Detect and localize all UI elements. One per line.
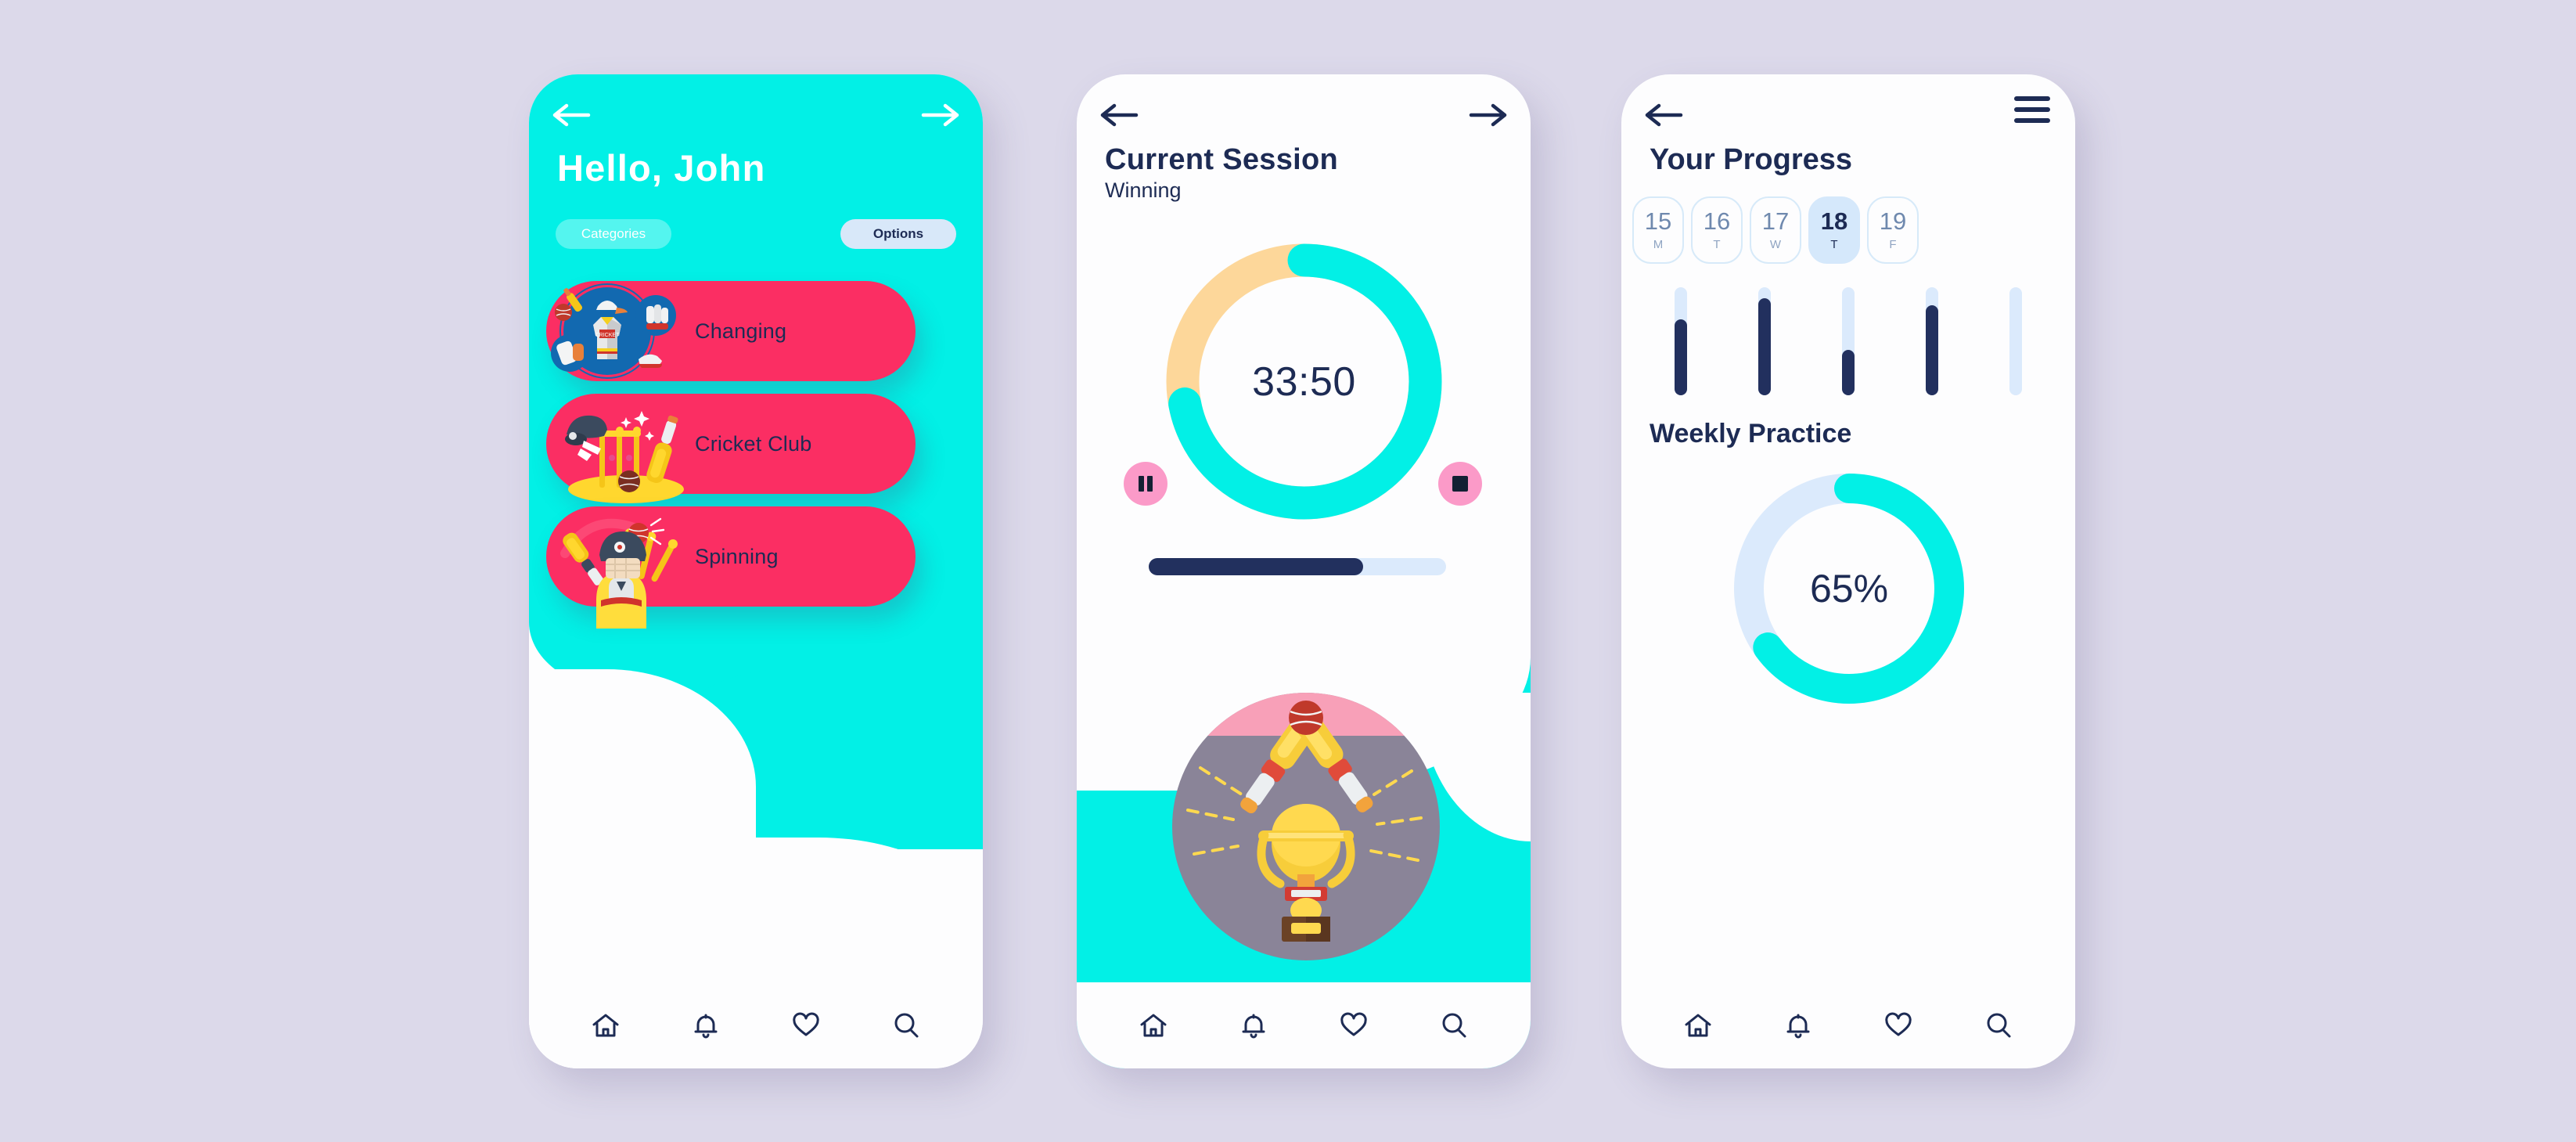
bell-icon[interactable]	[688, 1007, 724, 1043]
arrow-left-icon[interactable]	[1645, 99, 1687, 131]
heart-icon[interactable]	[1336, 1007, 1372, 1043]
session-progress-bar[interactable]	[1149, 558, 1446, 575]
session-topbar	[1100, 95, 1507, 135]
day-chip-15[interactable]: 15 M	[1632, 196, 1684, 264]
bottom-navigation-bar	[529, 982, 983, 1068]
bar-track	[1674, 287, 1687, 395]
stop-button[interactable]	[1438, 462, 1482, 506]
page-title: Your Progress	[1650, 143, 1853, 176]
pause-icon	[1139, 476, 1153, 492]
bar-fill	[1842, 350, 1855, 395]
bar-fill	[1926, 305, 1939, 395]
home-topbar	[552, 95, 959, 135]
session-progress-fill	[1149, 558, 1363, 575]
heart-icon[interactable]	[1880, 1007, 1916, 1043]
bar-column	[1722, 287, 1806, 395]
search-icon[interactable]	[1436, 1007, 1472, 1043]
session-header: Current Session Winning	[1105, 143, 1338, 203]
arrow-left-icon[interactable]	[552, 99, 595, 131]
phone-screen-session: Current Session Winning 33:50	[1077, 74, 1531, 1068]
trophy-illustration	[1172, 693, 1440, 960]
home-icon[interactable]	[1135, 1007, 1171, 1043]
heart-icon[interactable]	[788, 1007, 824, 1043]
category-card-cricket-club[interactable]: Cricket Club	[546, 394, 916, 503]
timer-value: 33:50	[1252, 358, 1356, 405]
stop-icon	[1452, 476, 1468, 492]
bell-icon[interactable]	[1780, 1007, 1816, 1043]
hamburger-menu-icon[interactable]	[2014, 96, 2050, 123]
home-icon[interactable]	[588, 1007, 624, 1043]
search-icon[interactable]	[888, 1007, 924, 1043]
progress-header: Your Progress	[1650, 143, 1852, 177]
bell-icon[interactable]	[1236, 1007, 1272, 1043]
day-chip-18[interactable]: 18 T	[1808, 196, 1860, 264]
bar-column	[1639, 287, 1722, 395]
bar-column	[1806, 287, 1890, 395]
bar-track	[1926, 287, 1939, 395]
category-card-label: Cricket Club	[695, 431, 812, 456]
day-label: F	[1889, 238, 1897, 251]
cricket-kit-illustration: CRICKET	[546, 281, 695, 381]
cricket-batsman-illustration	[546, 506, 695, 629]
day-chip-16[interactable]: 16 T	[1691, 196, 1743, 264]
bottom-navigation-bar	[1077, 982, 1531, 1068]
progress-topbar	[1645, 95, 2052, 135]
day-label: M	[1653, 238, 1664, 251]
day-number: 15	[1644, 207, 1672, 235]
day-number: 17	[1761, 207, 1790, 235]
bar-fill	[1674, 319, 1687, 395]
home-filter-pills: Categories Options	[556, 219, 956, 249]
section-title: Weekly Practice	[1650, 419, 1852, 449]
screenshot-canvas: Hello, John Categories Options CRICKET C…	[0, 0, 2576, 1142]
phone-screen-progress: Your Progress 15 M 16 T 17 W 18 T 19 F W…	[1621, 74, 2075, 1068]
day-number: 18	[1820, 207, 1848, 235]
session-subtitle: Winning	[1105, 178, 1182, 202]
svg-text:CRICKET: CRICKET	[595, 333, 620, 338]
bottom-navigation-bar	[1621, 982, 2075, 1068]
categories-pill[interactable]: Categories	[556, 219, 671, 249]
day-selector: 15 M 16 T 17 W 18 T 19 F	[1632, 196, 1919, 264]
bar-fill	[1758, 297, 1771, 395]
page-title: Hello, John	[557, 147, 766, 189]
category-card-spinning[interactable]: Spinning	[546, 506, 916, 629]
category-card-changing[interactable]: CRICKET Changing	[546, 281, 916, 381]
bar-column	[1974, 287, 2058, 395]
category-card-label: Spinning	[695, 544, 779, 568]
options-pill[interactable]: Options	[840, 219, 956, 249]
day-label: T	[1830, 238, 1838, 251]
day-label: T	[1713, 238, 1721, 251]
arrow-right-icon[interactable]	[1465, 99, 1507, 131]
weekly-practice-donut-chart: 65%	[1725, 464, 1973, 713]
phone-screen-home: Hello, John Categories Options CRICKET C…	[529, 74, 983, 1068]
pause-button[interactable]	[1124, 462, 1167, 506]
bar-track	[1758, 287, 1771, 395]
bar-track	[1842, 287, 1855, 395]
home-icon[interactable]	[1680, 1007, 1716, 1043]
session-timer-ring: 33:50	[1157, 235, 1451, 528]
day-number: 16	[1703, 207, 1731, 235]
weekly-activity-bar-chart	[1639, 287, 2058, 395]
bar-track	[2009, 287, 2023, 395]
category-card-label: Changing	[695, 319, 787, 343]
arrow-left-icon[interactable]	[1100, 99, 1142, 131]
bar-column	[1891, 287, 1974, 395]
page-title: Current Session	[1105, 143, 1339, 176]
day-label: W	[1769, 238, 1782, 251]
day-chip-19[interactable]: 19 F	[1867, 196, 1919, 264]
arrow-right-icon[interactable]	[917, 99, 959, 131]
cricket-stumps-illustration	[546, 394, 695, 503]
donut-value: 65%	[1809, 567, 1889, 611]
day-number: 19	[1879, 207, 1907, 235]
day-chip-17[interactable]: 17 W	[1750, 196, 1801, 264]
search-icon[interactable]	[1981, 1007, 2017, 1043]
